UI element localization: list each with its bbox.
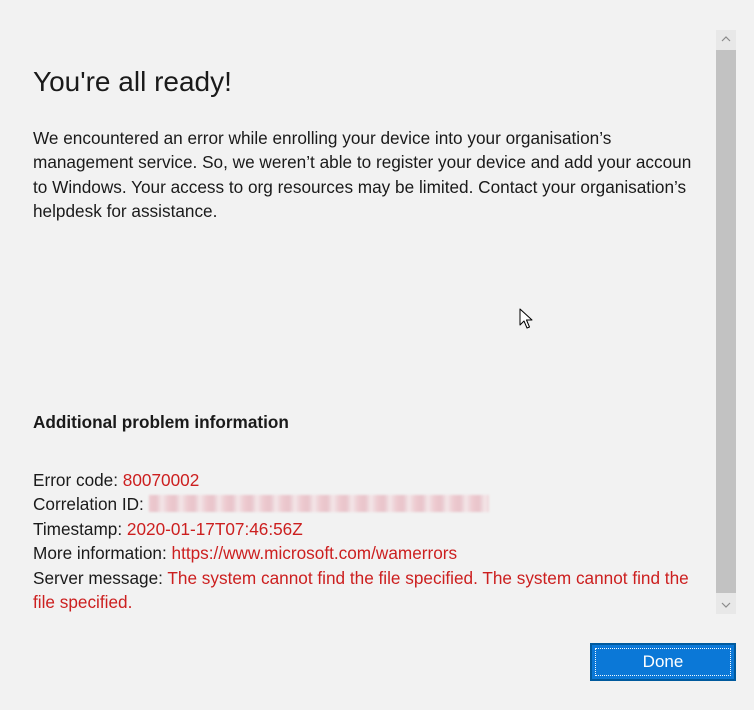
additional-info-heading: Additional problem information	[33, 412, 289, 432]
correlation-id-redacted	[148, 495, 489, 513]
error-code-row: Error code: 80070002	[33, 468, 716, 492]
correlation-id-label: Correlation ID:	[33, 494, 144, 515]
timestamp-row: Timestamp: 2020-01-17T07:46:56Z	[33, 517, 716, 541]
chevron-up-icon[interactable]	[716, 30, 736, 48]
error-code-label: Error code:	[33, 470, 119, 490]
error-code-value: 80070002	[122, 470, 200, 490]
more-info-label: More information:	[33, 543, 167, 564]
more-info-link[interactable]: https://www.microsoft.com/wamerrors	[172, 543, 458, 563]
mouse-pointer-icon	[519, 308, 533, 329]
timestamp-value: 2020-01-17T07:46:56Z	[126, 518, 303, 539]
chevron-down-icon[interactable]	[716, 596, 736, 614]
more-info-row: More information: https://www.microsoft.…	[33, 541, 716, 565]
error-message: We encountered an error while enrolling …	[33, 128, 692, 221]
vertical-scrollbar[interactable]	[716, 30, 736, 614]
problem-details: Error code: 80070002 Correlation ID: Tim…	[33, 468, 716, 614]
done-button[interactable]: Done	[590, 643, 736, 681]
correlation-id-row: Correlation ID:	[33, 492, 716, 516]
scrollbar-thumb[interactable]	[716, 50, 736, 593]
dialog-content: You're all ready! We encountered an erro…	[0, 28, 716, 616]
server-message-label: Server message:	[33, 567, 163, 588]
timestamp-label: Timestamp:	[33, 518, 123, 539]
page-title: You're all ready!	[33, 66, 232, 97]
server-message-row: Server message: The system cannot find t…	[33, 566, 715, 615]
